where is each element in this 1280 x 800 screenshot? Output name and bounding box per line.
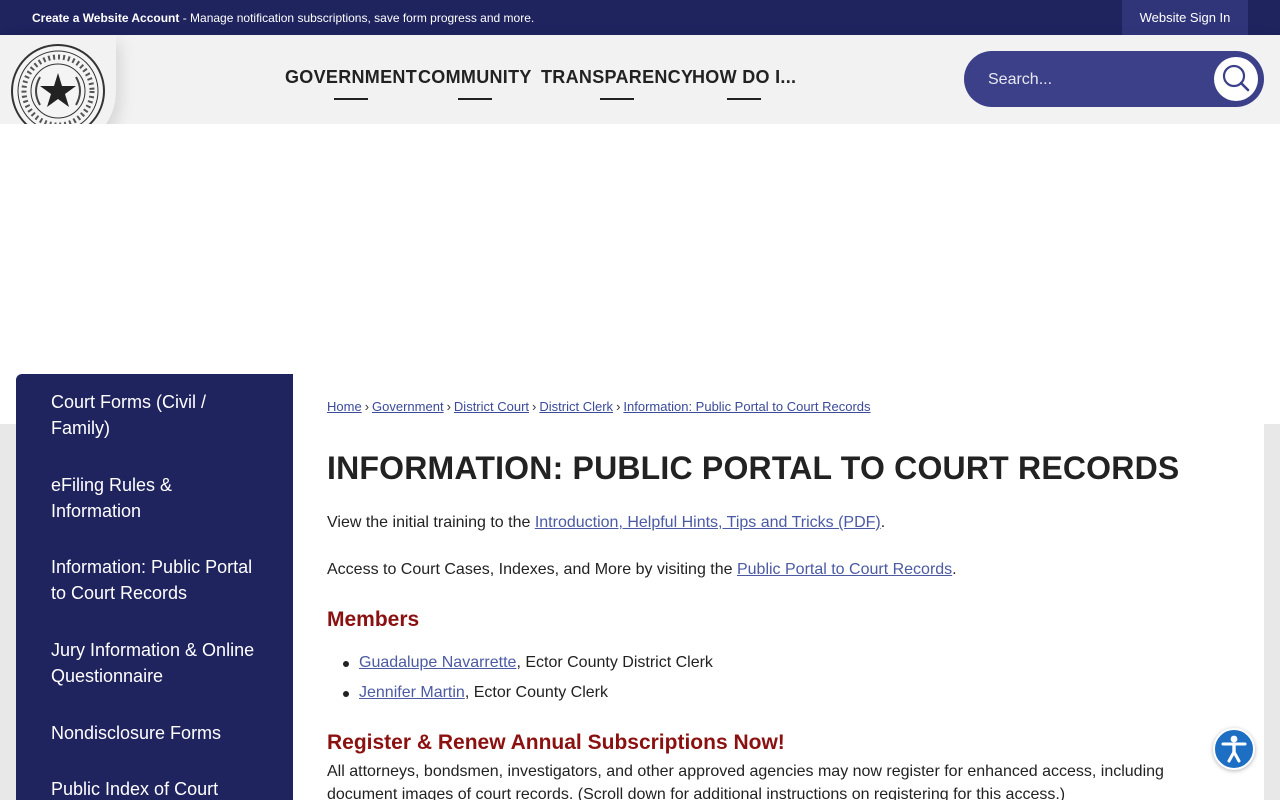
search-box[interactable]: Search... (964, 51, 1264, 107)
nav-underline (600, 98, 635, 100)
sidebar-item-jury-information[interactable]: Jury Information & Online Questionnaire (51, 637, 261, 689)
member-role: , Ector County District Clerk (516, 654, 713, 671)
portal-paragraph: Access to Court Cases, Indexes, and More… (327, 561, 957, 579)
sidebar-item-nondisclosure-forms[interactable]: Nondisclosure Forms (51, 720, 261, 746)
training-pdf-link[interactable]: Introduction, Helpful Hints, Tips and Tr… (535, 514, 881, 531)
nav-community-label: COMMUNITY (418, 67, 532, 87)
sidebar-item-court-forms[interactable]: Court Forms (Civil / Family) (51, 389, 261, 441)
search-button[interactable] (1214, 57, 1258, 101)
breadcrumb-home[interactable]: Home (327, 399, 362, 414)
members-heading: Members (327, 608, 420, 631)
nav-how-do-i-label: HOW DO I... (692, 67, 797, 87)
portal-end: . (952, 561, 957, 578)
training-end: . (880, 514, 886, 531)
search-input[interactable]: Search... (988, 71, 1052, 89)
page-title: INFORMATION: PUBLIC PORTAL TO COURT RECO… (327, 450, 1180, 486)
nav-transparency[interactable]: TRANSPARENCY (541, 67, 694, 100)
training-paragraph: View the initial training to the Introdu… (327, 514, 885, 532)
sidebar-nav: Court Forms (Civil / Family) eFiling Rul… (16, 374, 293, 800)
sidebar-item-public-portal[interactable]: Information: Public Portal to Court Reco… (51, 554, 261, 606)
nav-underline (727, 98, 762, 100)
top-bar: Create a Website Account - Manage notifi… (0, 0, 1280, 35)
nav-underline (334, 98, 368, 100)
nav-government-label: GOVERNMENT (285, 67, 418, 87)
search-icon (1222, 64, 1250, 92)
breadcrumb-district-clerk[interactable]: District Clerk (539, 399, 613, 414)
list-item: Jennifer Martin, Ector County Clerk (343, 684, 608, 702)
public-portal-link[interactable]: Public Portal to Court Records (737, 561, 952, 578)
portal-text: Access to Court Cases, Indexes, and More… (327, 561, 737, 578)
accessibility-button[interactable] (1213, 728, 1255, 770)
website-sign-in-button[interactable]: Website Sign In (1122, 0, 1248, 35)
create-account-link[interactable]: Create a Website Account (32, 11, 179, 25)
breadcrumb-separator: › (446, 399, 451, 414)
breadcrumb-separator: › (364, 399, 370, 414)
breadcrumb: Home › Government › District Court › District … (327, 399, 871, 414)
member-role: , Ector County Clerk (464, 684, 608, 701)
breadcrumb-separator: › (532, 399, 537, 414)
member-link[interactable]: Jennifer Martin (359, 684, 465, 701)
breadcrumb-separator: › (616, 399, 621, 414)
sidebar-item-efiling-rules[interactable]: eFiling Rules & Information (51, 472, 261, 524)
accessibility-icon (1221, 735, 1247, 763)
create-account-desc: - Manage notification subscriptions, sav… (179, 11, 535, 25)
create-account-message: Create a Website Account - Manage notifi… (32, 11, 534, 25)
nav-underline (457, 98, 492, 100)
register-description: All attorneys, bondsmen, investigators, … (327, 763, 1164, 800)
member-link[interactable]: Guadalupe Navarrette (359, 654, 516, 671)
training-text: View the initial training to the (327, 514, 535, 531)
list-item: Guadalupe Navarrette, Ector County Distr… (343, 654, 713, 672)
nav-how-do-i[interactable]: HOW DO I... (692, 67, 797, 100)
nav-community[interactable]: COMMUNITY (418, 67, 532, 100)
sidebar-item-public-index[interactable]: Public Index of Court (51, 776, 261, 800)
main-content: Home › Government › District Court › District … (293, 374, 1264, 800)
breadcrumb-government[interactable]: Government (372, 399, 444, 414)
register-heading: Register & Renew Annual Subscriptions No… (327, 731, 785, 754)
breadcrumb-current[interactable]: Information: Public Portal to Court Reco… (623, 399, 870, 414)
breadcrumb-district-court[interactable]: District Court (454, 399, 529, 414)
nav-transparency-label: TRANSPARENCY (541, 67, 694, 87)
nav-government[interactable]: GOVERNMENT (285, 67, 418, 100)
